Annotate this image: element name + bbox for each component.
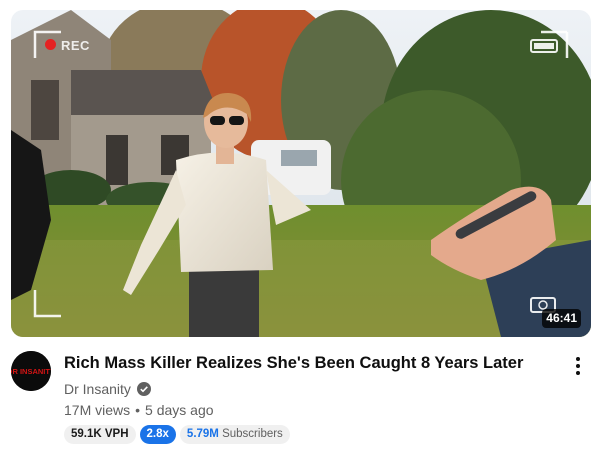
stats-separator: •	[135, 402, 141, 418]
channel-avatar[interactable]: DR INSANITY	[11, 351, 51, 391]
subscribers-badge: 5.79M Subscribers	[179, 424, 290, 444]
upload-age: 5 days ago	[145, 402, 214, 418]
duration-badge: 46:41	[542, 309, 581, 328]
more-vertical-icon[interactable]	[568, 354, 588, 378]
metrics-badges: 59.1K VPH 2.8x 5.79M Subscribers	[64, 424, 290, 444]
video-title[interactable]: Rich Mass Killer Realizes She's Been Cau…	[64, 352, 554, 374]
multiplier-badge: 2.8x	[139, 424, 176, 444]
thumbnail-image	[11, 10, 591, 337]
video-card: REC 46:41 DR INSANITY Rich Mass Killer R…	[0, 0, 602, 460]
subscribers-label: Subscribers	[222, 427, 283, 440]
view-count: 17M views	[64, 402, 131, 418]
subscribers-value: 5.79M	[186, 427, 219, 440]
record-dot-icon	[45, 39, 56, 50]
channel-name[interactable]: Dr Insanity	[64, 381, 131, 397]
avatar-text: DR INSANITY	[11, 367, 51, 376]
verified-check-icon	[136, 382, 151, 396]
vph-badge: 59.1K VPH	[64, 424, 136, 444]
video-thumbnail[interactable]: REC 46:41	[11, 10, 591, 337]
video-stats: 17M views • 5 days ago	[64, 402, 214, 418]
rec-overlay-text: REC	[61, 38, 90, 53]
channel-name-row[interactable]: Dr Insanity	[64, 379, 151, 399]
